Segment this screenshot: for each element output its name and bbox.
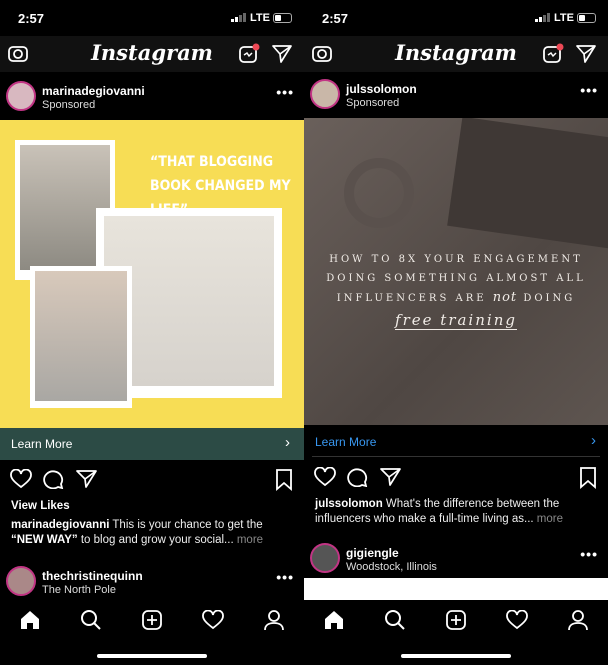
app-header: Instagram [304,36,608,72]
caption-text: to blog and grow your social... [77,534,234,546]
bookmark-icon[interactable] [579,467,597,489]
home-indicator [401,654,511,658]
phone-left: 2:57 LTE Instagram marinadegiovanni Spon… [0,0,304,665]
search-icon[interactable] [384,609,406,631]
post-caption: marinadegiovanni This is your chance to … [11,518,294,548]
more-options-icon[interactable]: ••• [580,546,598,562]
bottom-nav [304,600,608,640]
igtv-icon[interactable] [238,42,260,64]
post-username[interactable]: gigiengle [346,546,399,560]
ad-line: DOING SOMETHING ALMOST ALL [326,273,586,284]
battery-icon [577,13,596,23]
caption-bold: “NEW WAY” [11,534,78,546]
ad-line: HOW TO 8X YOUR ENGAGEMENT [329,254,583,265]
ad-image[interactable]: “THAT BLOGGING BOOK CHANGED MY LIFE” [0,120,304,428]
learn-more-label: Learn More [11,437,73,451]
add-icon[interactable] [445,609,467,631]
ad-headline: “THAT BLOGGING BOOK CHANGED MY LIFE” [150,154,291,218]
more-link[interactable]: more [234,534,263,546]
heart-icon[interactable] [201,610,224,630]
direct-message-icon[interactable] [272,44,292,64]
status-bar: 2:57 LTE [0,0,304,36]
caption-username[interactable]: julssolomon [315,498,383,510]
avatar[interactable] [6,566,36,596]
location-label[interactable]: Woodstock, Illinois [346,561,437,573]
signal-icon [535,13,550,22]
caption-username[interactable]: marinadegiovanni [11,519,109,531]
more-options-icon[interactable]: ••• [580,82,598,98]
caption-text: This is your chance to get the [109,519,263,531]
chevron-right-icon: › [285,434,290,451]
post-caption: julssolomon What's the difference betwee… [315,497,598,527]
profile-icon[interactable] [567,609,589,631]
add-icon[interactable] [141,609,163,631]
ad-text: HOW TO 8X YOUR ENGAGEMENT DOING SOMETHIN… [304,250,608,330]
next-post-header: thechristinequinn The North Pole ••• [0,557,304,605]
ad-cta-text: free training [395,311,517,330]
comment-icon[interactable] [347,467,369,487]
chevron-right-icon: › [591,432,596,449]
post-username[interactable]: marinadegiovanni [42,84,145,98]
post-username[interactable]: julssolomon [346,82,417,96]
igtv-icon[interactable] [542,42,564,64]
bottom-nav [0,600,304,640]
more-options-icon[interactable]: ••• [276,84,294,100]
avatar[interactable] [310,543,340,573]
next-post-header: gigiengle Woodstock, Illinois ••• [304,534,608,582]
sponsored-label: Sponsored [346,97,400,109]
status-time: 2:57 [322,11,349,26]
profile-icon[interactable] [263,609,285,631]
share-icon[interactable] [76,469,98,489]
book-photo [30,266,132,408]
status-time: 2:57 [18,11,45,26]
share-icon[interactable] [380,467,402,487]
more-link[interactable]: more [534,513,563,525]
ad-line: INFLUENCERS ARE not DOING [336,290,576,305]
battery-icon [273,13,292,23]
home-icon[interactable] [323,609,345,631]
learn-more-button[interactable]: Learn More › [312,425,600,457]
app-header: Instagram [0,36,304,72]
phone-right: 2:57 LTE Instagram julssolomon Sponsored… [304,0,608,665]
status-bar: 2:57 LTE [304,0,608,36]
post-header: julssolomon Sponsored ••• [304,70,608,118]
coffee-cup-photo [344,158,414,228]
sponsored-label: Sponsored [42,99,96,111]
post-username[interactable]: thechristinequinn [42,569,143,583]
laptop-photo [447,118,608,250]
learn-more-label: Learn More [315,435,377,449]
more-options-icon[interactable]: ••• [276,569,294,585]
network-label: LTE [250,12,270,24]
post-actions [0,466,304,496]
post-actions [304,464,608,494]
like-heart-icon[interactable] [10,469,32,489]
learn-more-button[interactable]: Learn More › [0,428,304,460]
avatar[interactable] [6,81,36,111]
next-post-image[interactable] [304,578,608,600]
signal-icon [231,13,246,22]
direct-message-icon[interactable] [576,44,596,64]
avatar[interactable] [310,79,340,109]
search-icon[interactable] [80,609,102,631]
network-label: LTE [554,12,574,24]
view-likes-link[interactable]: View Likes [11,499,294,514]
home-indicator [97,654,207,658]
bookmark-icon[interactable] [275,469,293,491]
like-heart-icon[interactable] [314,467,336,487]
location-label[interactable]: The North Pole [42,584,116,596]
heart-icon[interactable] [505,610,528,630]
post-header: marinadegiovanni Sponsored ••• [0,72,304,120]
home-icon[interactable] [19,609,41,631]
comment-icon[interactable] [43,469,65,489]
ad-image[interactable]: HOW TO 8X YOUR ENGAGEMENT DOING SOMETHIN… [304,118,608,425]
